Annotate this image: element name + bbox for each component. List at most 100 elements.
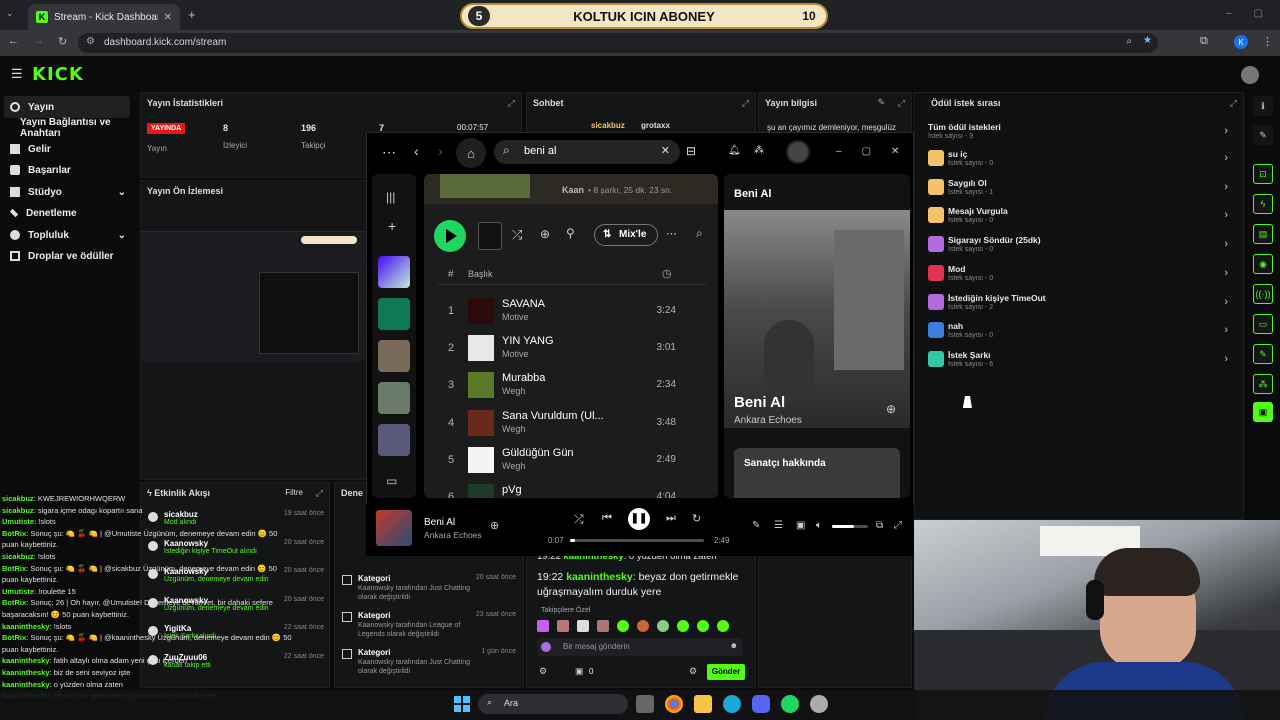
emote-icon[interactable] bbox=[577, 620, 589, 632]
next-icon[interactable]: ⏭︎ bbox=[666, 512, 676, 525]
url-field[interactable]: ⚙ dashboard.kick.com/stream ⌕ ★ bbox=[78, 33, 1158, 53]
card-icon[interactable]: ▭ bbox=[1253, 314, 1273, 334]
now-playing-artist[interactable]: Ankara Echoes bbox=[734, 415, 802, 426]
reward-item[interactable]: İstediğin kişiye TimeOut İstek sayısı - 2… bbox=[928, 292, 1234, 316]
track-artist[interactable]: Wegh bbox=[502, 424, 525, 434]
preview-video[interactable] bbox=[141, 231, 367, 361]
track-artist[interactable]: Motive bbox=[502, 349, 529, 359]
lightning-icon[interactable]: ϟ bbox=[1253, 194, 1273, 214]
obs-icon[interactable] bbox=[810, 695, 828, 713]
kick-logo[interactable]: KICK bbox=[32, 64, 84, 85]
spotify-menu-icon[interactable]: ⋯ bbox=[382, 144, 396, 161]
previous-icon[interactable]: ⏮︎ bbox=[602, 512, 612, 525]
player-artist[interactable]: Ankara Echoes bbox=[424, 530, 482, 540]
chat-input[interactable]: Bir mesaj gönderin ☻ bbox=[537, 638, 743, 656]
back-icon[interactable]: ← bbox=[8, 35, 19, 48]
chat-user[interactable]: kaaninthesky bbox=[566, 571, 633, 583]
start-button[interactable] bbox=[454, 696, 470, 712]
reward-all-requests[interactable]: Tüm ödül istekleri İstek sayısı - 9 › bbox=[928, 121, 1234, 145]
discord-icon[interactable] bbox=[752, 695, 770, 713]
queue-icon[interactable]: ☰ bbox=[774, 520, 783, 531]
track-artist[interactable]: Motive bbox=[502, 312, 529, 322]
broadcast-icon[interactable]: ((·)) bbox=[1253, 284, 1273, 304]
track-row[interactable]: 2 YIN YANG Motive 3:01 bbox=[424, 331, 718, 367]
track-row[interactable]: 1 SAVANA Motive 3:24 bbox=[424, 294, 718, 330]
extensions-icon[interactable]: ⧉ bbox=[1200, 35, 1208, 48]
track-row[interactable]: 3 Murabba Wegh 2:34 bbox=[424, 368, 718, 404]
lyrics-icon[interactable]: ✎ bbox=[752, 520, 760, 531]
edit-pencil-icon[interactable]: ✎ bbox=[877, 97, 885, 108]
add-to-liked-icon[interactable]: ⊕ bbox=[490, 519, 499, 532]
hamburger-menu-icon[interactable]: ☰ bbox=[11, 66, 23, 82]
album-thumb-small[interactable] bbox=[478, 222, 502, 250]
reward-item[interactable]: Sigarayı Söndür (25dk) İstek sayısı - 0 › bbox=[928, 234, 1234, 258]
fullscreen-icon[interactable]: ⤢ bbox=[894, 520, 902, 531]
volume-slider[interactable] bbox=[832, 525, 868, 528]
reward-item[interactable]: Mesajı Vurgula İstek sayısı - 0 › bbox=[928, 205, 1234, 229]
search-in-list-icon[interactable]: ⌕ bbox=[696, 226, 703, 241]
volume-icon[interactable]: 🔈︎ bbox=[816, 520, 822, 531]
track-artist[interactable]: Wegh bbox=[502, 461, 525, 471]
emote-icon[interactable] bbox=[697, 620, 709, 632]
info-icon[interactable]: ℹ bbox=[1253, 96, 1273, 116]
maximize-icon[interactable]: ▢ bbox=[862, 146, 871, 157]
reward-item[interactable]: nah İstek sayısı - 0 › bbox=[928, 320, 1234, 344]
track-title[interactable]: Murabba bbox=[502, 372, 545, 384]
browser-tab[interactable]: K Stream - Kick Dashboard ✕ bbox=[28, 4, 180, 30]
emote-icon[interactable] bbox=[657, 620, 669, 632]
track-row[interactable]: 6 pVg 4:04 bbox=[424, 480, 718, 498]
gift-icon[interactable]: ▣ bbox=[575, 666, 584, 677]
emote-icon[interactable] bbox=[617, 620, 629, 632]
track-title[interactable]: SAVANA bbox=[502, 298, 545, 310]
playlist-thumb[interactable] bbox=[378, 340, 410, 372]
expand-icon[interactable]: ⤢ bbox=[508, 98, 515, 109]
player-album-art[interactable] bbox=[376, 510, 412, 546]
send-button[interactable]: Gönder bbox=[707, 664, 745, 680]
expand-icon[interactable]: ⤢ bbox=[742, 98, 749, 109]
spotify-home-button[interactable]: ⌂ bbox=[456, 138, 486, 168]
forward-icon[interactable]: → bbox=[33, 35, 44, 48]
shuffle-icon[interactable]: ⤮ bbox=[512, 227, 522, 243]
add-to-library-icon[interactable]: ⊕ bbox=[886, 402, 896, 416]
edit-pencil-icon[interactable]: ✎ bbox=[1253, 125, 1273, 145]
tab-list-button[interactable]: ⌄ bbox=[6, 8, 20, 22]
emote-icon[interactable] bbox=[637, 620, 649, 632]
emote-icon[interactable] bbox=[537, 620, 549, 632]
big-play-button[interactable] bbox=[434, 220, 466, 252]
spotify-forward-icon[interactable]: › bbox=[438, 143, 443, 159]
clear-search-icon[interactable]: ✕ bbox=[661, 144, 670, 157]
reward-item[interactable]: Saygılı Ol İstek sayısı - 1 › bbox=[928, 177, 1234, 201]
sidebar-item-yayin[interactable]: Yayın bbox=[4, 96, 130, 118]
reward-item[interactable]: Mod İstek sayısı - 0 › bbox=[928, 263, 1234, 287]
notifications-icon[interactable]: 🔔︎ bbox=[728, 145, 741, 156]
points-icon[interactable]: ⚙ bbox=[539, 666, 547, 677]
library-icon[interactable]: ||| bbox=[386, 190, 395, 204]
reload-icon[interactable]: ↻ bbox=[58, 35, 67, 48]
sidebar-item-droplar[interactable]: Droplar ve ödüller bbox=[4, 245, 130, 267]
devices-icon[interactable]: ▣ bbox=[796, 520, 805, 531]
profile-avatar[interactable]: K bbox=[1234, 35, 1248, 49]
activity-item[interactable]: Kaanowsky İstediğin kişiye TimeOut alındı… bbox=[142, 537, 332, 565]
spotify-icon[interactable] bbox=[781, 695, 799, 713]
progress-bar[interactable] bbox=[570, 539, 704, 542]
miniplayer-icon[interactable]: ⧉ bbox=[876, 520, 883, 531]
folder-icon[interactable]: ▭ bbox=[386, 474, 397, 488]
reward-item[interactable]: su iç İstek sayısı - 0 › bbox=[928, 148, 1234, 172]
document-icon[interactable]: ▤ bbox=[1253, 224, 1273, 244]
track-title[interactable]: Sana Vuruldum (Ul... bbox=[502, 410, 604, 422]
sidebar-item-stream-key[interactable]: Yayın Bağlantısı ve Anahtarı bbox=[14, 117, 140, 139]
expand-icon[interactable]: ⤢ bbox=[898, 98, 905, 109]
wrench-icon[interactable]: ✎ bbox=[1253, 344, 1273, 364]
emote-icon[interactable] bbox=[557, 620, 569, 632]
expand-icon[interactable]: ⤢ bbox=[316, 488, 323, 499]
browser-menu-icon[interactable]: ⋮ bbox=[1262, 35, 1273, 48]
sidebar-item-denetleme[interactable]: Denetleme bbox=[4, 202, 130, 224]
saved-episodes-icon[interactable] bbox=[378, 298, 410, 330]
reward-item[interactable]: İstek Şarkı İstek sayısı - 6 › bbox=[928, 349, 1234, 373]
mix-button[interactable]: ⇅ Mix'le bbox=[594, 224, 658, 246]
close-tab-icon[interactable]: ✕ bbox=[164, 12, 172, 23]
minimize-icon[interactable]: – bbox=[1226, 8, 1232, 19]
bookmark-star-icon[interactable]: ★ bbox=[1143, 35, 1152, 46]
spotify-back-icon[interactable]: ‹ bbox=[414, 143, 419, 159]
now-playing-title[interactable]: Beni Al bbox=[734, 394, 785, 411]
